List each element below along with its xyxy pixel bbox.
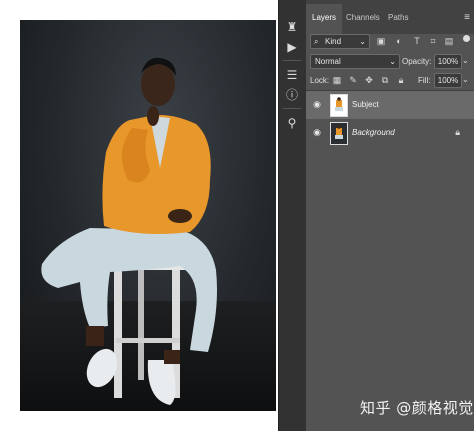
fill-label: Fill:	[418, 76, 431, 85]
layer-name: Background	[352, 128, 395, 137]
info-icon[interactable]: ⓘ	[283, 86, 301, 104]
play-icon[interactable]: ▶	[283, 38, 301, 56]
lock-position-icon[interactable]: ✥	[364, 75, 374, 85]
tool-divider	[283, 108, 301, 109]
lock-image-icon[interactable]: ✎	[348, 75, 358, 85]
shape-filter-icon[interactable]: ⌗	[428, 36, 438, 46]
watermark: 知乎 @颜格视觉	[360, 399, 474, 417]
history-brush-icon[interactable]: ♜	[283, 18, 301, 36]
fill-input[interactable]: 100%	[434, 73, 462, 88]
tab-layers[interactable]: Layers	[306, 4, 343, 34]
layers-panel: Layers Channels Paths ≡ ⌕ Kind ⌄ ▣ ◐ T ⌗…	[306, 0, 474, 431]
layer-row-background[interactable]: ◉ Background 🔒︎	[306, 119, 474, 147]
tool-divider	[283, 60, 301, 61]
filter-kind-label: Kind	[325, 37, 342, 46]
adjustment-filter-icon[interactable]: ◐	[394, 36, 404, 46]
chevron-down-icon[interactable]: ⌄	[462, 75, 469, 84]
opacity-label: Opacity:	[402, 57, 432, 66]
smart-object-filter-icon[interactable]: ▤	[444, 36, 454, 46]
chevron-down-icon[interactable]: ⌄	[462, 56, 469, 65]
panel-menu-icon[interactable]: ≡	[464, 12, 470, 23]
panel-dock-toolbar: ♜ ▶ ☰ ⓘ ⚲	[278, 0, 307, 431]
tab-paths[interactable]: Paths	[386, 10, 410, 26]
layer-name: Subject	[352, 100, 379, 109]
layer-filter-select[interactable]: ⌕ Kind ⌄	[310, 34, 370, 49]
chevron-down-icon: ⌄	[359, 37, 366, 46]
lock-all-icon[interactable]: 🔒︎	[396, 75, 406, 85]
lock-icon[interactable]: 🔒︎	[455, 127, 460, 138]
clone-source-icon[interactable]: ⚲	[283, 114, 301, 132]
seated-man-figure	[41, 57, 217, 405]
document-canvas[interactable]	[0, 0, 278, 431]
chevron-down-icon: ⌄	[389, 57, 396, 66]
opacity-input[interactable]: 100%	[434, 54, 462, 69]
photo	[20, 20, 276, 411]
lock-artboard-icon[interactable]: ⧉	[380, 75, 390, 85]
search-icon: ⌕	[314, 37, 319, 46]
layer-row-subject[interactable]: ◉ Subject	[306, 91, 474, 119]
image-filter-icon[interactable]: ▣	[376, 36, 386, 46]
layer-thumbnail	[330, 122, 348, 145]
tab-channels[interactable]: Channels	[344, 10, 382, 26]
eye-icon[interactable]: ◉	[311, 127, 323, 137]
blend-mode-value: Normal	[315, 57, 341, 66]
properties-icon[interactable]: ☰	[283, 66, 301, 84]
lock-transparent-icon[interactable]: ▦	[332, 75, 342, 85]
eye-icon[interactable]: ◉	[311, 99, 323, 109]
lock-label: Lock:	[310, 76, 330, 85]
filter-toggle-icon[interactable]	[463, 35, 470, 42]
type-filter-icon[interactable]: T	[412, 36, 422, 46]
layer-thumbnail	[330, 94, 348, 117]
panel-tab-bar: Layers Channels Paths ≡	[306, 0, 474, 34]
blend-mode-select[interactable]: Normal ⌄	[310, 54, 400, 69]
